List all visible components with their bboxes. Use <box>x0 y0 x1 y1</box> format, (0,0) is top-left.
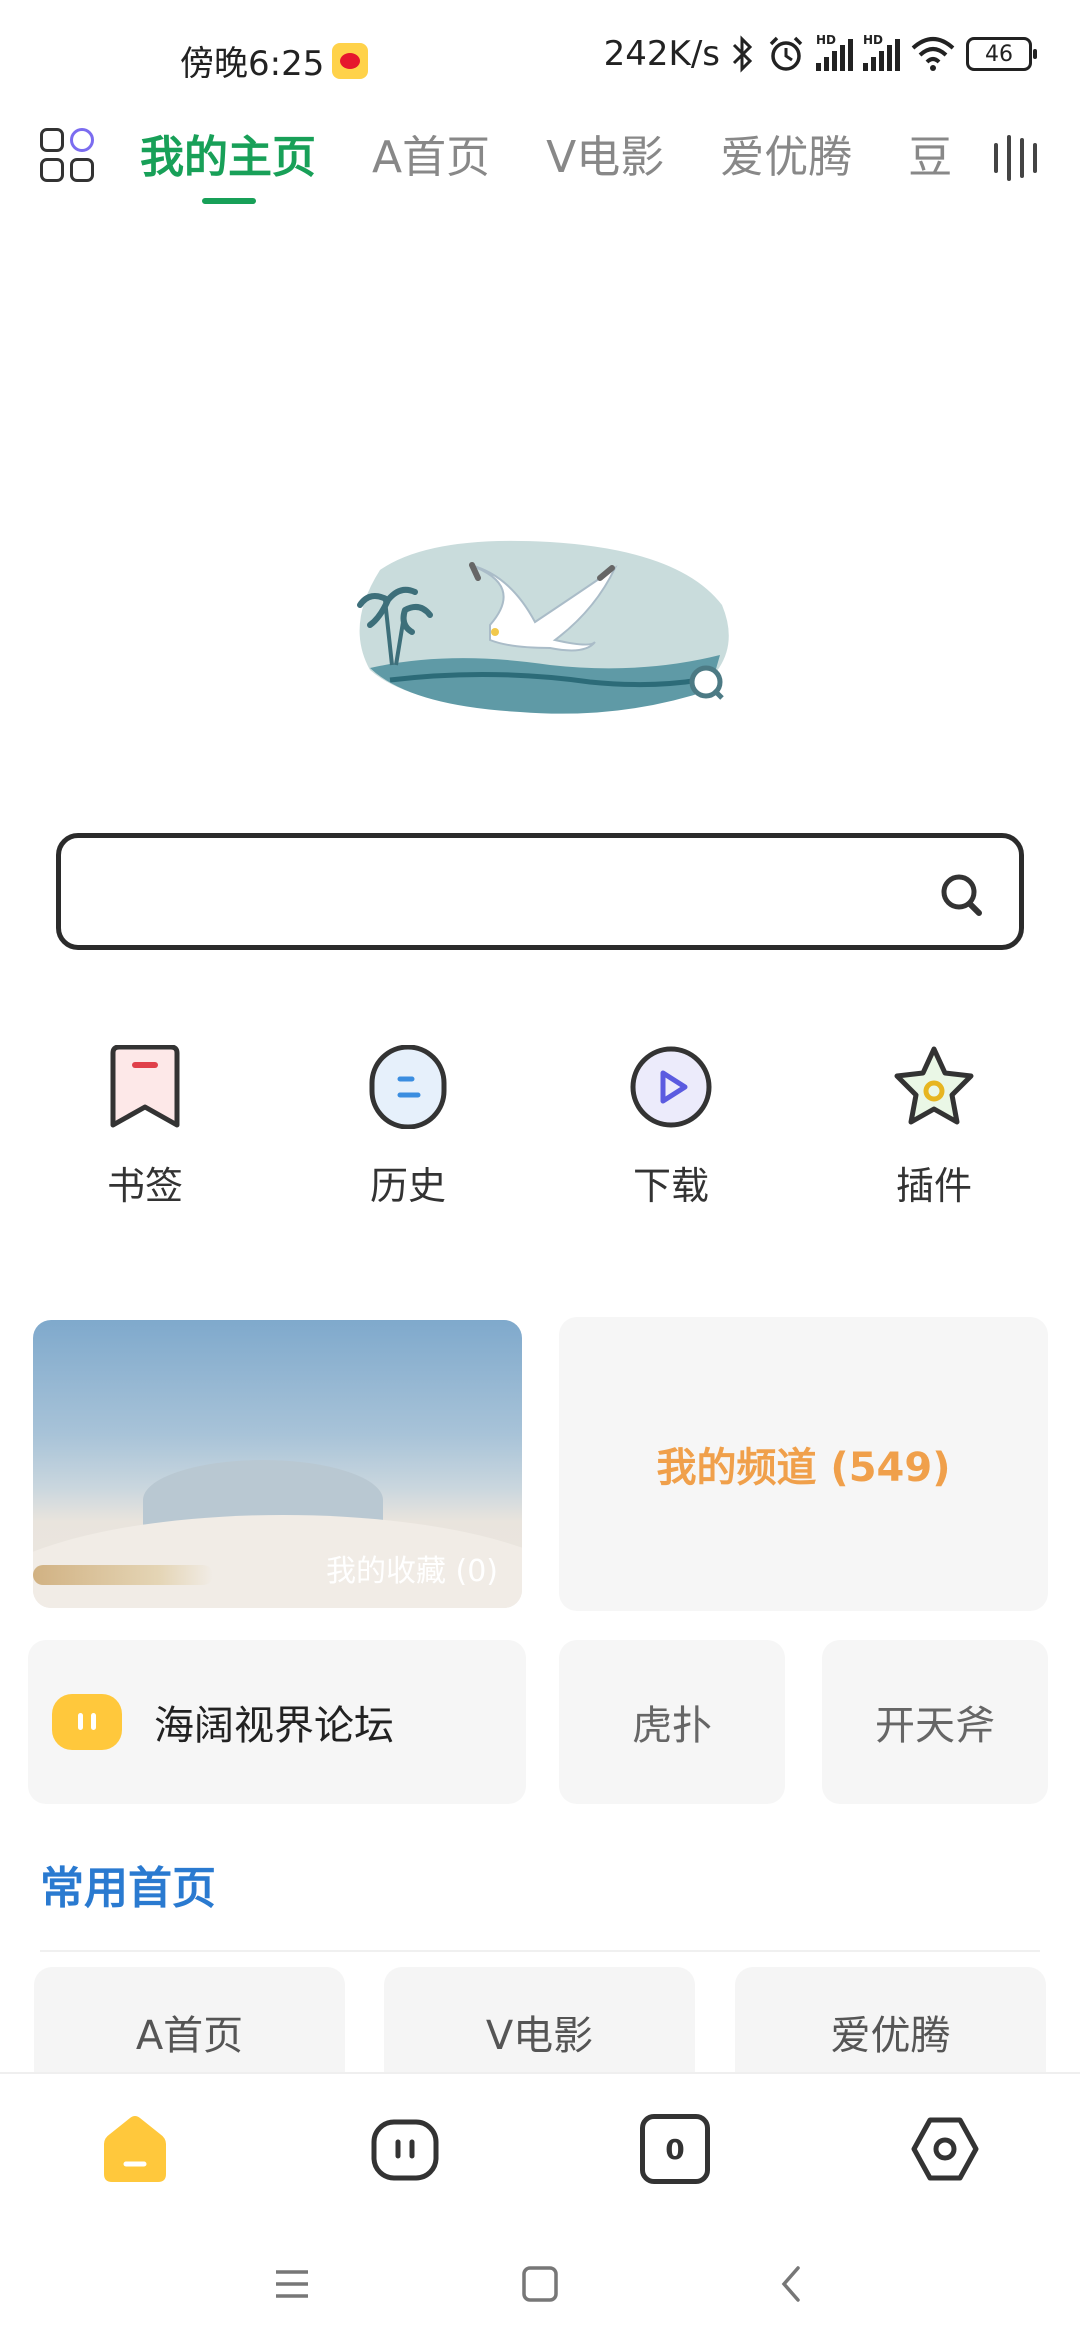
download-label: 下载 <box>632 1164 709 1208</box>
favorites-label: 我的收藏 (0) <box>325 1554 498 1589</box>
tab-dou[interactable]: 豆 <box>908 120 952 196</box>
forum-card[interactable]: 海阔视界论坛 <box>28 1640 526 1804</box>
tab-a-home[interactable]: A首页 <box>372 120 490 196</box>
section-title: 常用首页 <box>40 1863 216 1914</box>
search-input[interactable] <box>91 858 931 928</box>
weibo-icon <box>332 42 369 79</box>
battery-icon: 46 <box>966 37 1037 71</box>
favorite-page-label: 爱优腾 <box>830 2013 951 2059</box>
system-nav-bar <box>0 2232 1080 2340</box>
card-grass <box>33 1565 213 1585</box>
download-icon <box>630 1046 712 1128</box>
square-face-icon[interactable] <box>370 2114 440 2184</box>
tab-count: 0 <box>665 2132 685 2166</box>
favorites-card[interactable]: 我的收藏 (0) <box>33 1320 522 1608</box>
kaitianfu-label: 开天斧 <box>875 1703 995 1749</box>
wifi-icon <box>911 37 955 71</box>
channels-label: 我的频道 (549) <box>656 1445 951 1491</box>
forum-icon <box>52 1694 122 1750</box>
search-icon[interactable] <box>939 872 985 918</box>
divider <box>40 1950 1040 1952</box>
tab-aiyouteng[interactable]: 爱优腾 <box>720 120 852 196</box>
search-box[interactable] <box>56 833 1024 950</box>
hupu-card[interactable]: 虎扑 <box>559 1640 785 1804</box>
tab-menu-icon[interactable] <box>994 132 1044 184</box>
tab-my-home[interactable]: 我的主页 <box>140 120 316 204</box>
tab-v-movie[interactable]: V电影 <box>546 120 664 196</box>
status-left: 傍晚6:25 <box>180 36 369 85</box>
home-nav-icon[interactable] <box>512 2256 568 2312</box>
favorite-page-label: V电影 <box>485 2013 594 2059</box>
bookmark-icon <box>110 1044 180 1128</box>
bluetooth-icon <box>732 35 753 73</box>
channels-card[interactable]: 我的频道 (549) <box>559 1317 1048 1611</box>
apps-grid-icon[interactable] <box>40 128 96 184</box>
top-tab-bar: 我的主页 A首页 V电影 爱优腾豆 <box>0 120 1080 220</box>
history-label: 历史 <box>369 1164 446 1208</box>
settings-icon[interactable] <box>910 2114 980 2184</box>
status-bar: 傍晚6:25 242K/s HD HD 46 <box>0 0 1080 110</box>
menu-icon[interactable] <box>264 2256 320 2312</box>
net-speed: 242K/s <box>603 34 720 74</box>
bookmark-label: 书签 <box>106 1164 183 1208</box>
quick-actions: 书签 历史 下载 插件 <box>0 1044 1080 1225</box>
history-icon <box>369 1044 447 1130</box>
bookmark-button[interactable]: 书签 <box>45 1044 245 1210</box>
signal1-label: HD <box>816 33 837 47</box>
app-logo <box>357 540 729 714</box>
signal-icon: HD <box>816 33 853 71</box>
alarm-icon <box>769 36 803 71</box>
status-right: 242K/s HD HD 46 <box>603 33 1037 74</box>
kaitianfu-card[interactable]: 开天斧 <box>822 1640 1048 1804</box>
favorite-page-label: A首页 <box>135 2013 244 2059</box>
tab-strip: 我的主页 A首页 V电影 爱优腾豆 <box>140 120 960 210</box>
tab-count-icon[interactable]: 0 <box>640 2114 710 2184</box>
hupu-label: 虎扑 <box>632 1703 712 1749</box>
plugin-icon <box>894 1046 974 1125</box>
plugin-button[interactable]: 插件 <box>834 1045 1034 1210</box>
battery-level: 46 <box>985 41 1013 67</box>
plugin-label: 插件 <box>895 1164 972 1208</box>
download-button[interactable]: 下载 <box>571 1045 771 1210</box>
home-icon[interactable] <box>100 2114 170 2184</box>
forum-label: 海阔视界论坛 <box>154 1703 394 1749</box>
signal2-label: HD <box>863 33 884 47</box>
signal-icon-2: HD <box>863 33 900 71</box>
bottom-nav: 0 <box>0 2072 1080 2232</box>
status-time: 傍晚6:25 <box>180 44 325 84</box>
history-button[interactable]: 历史 <box>308 1044 508 1210</box>
back-icon[interactable] <box>764 2256 820 2312</box>
